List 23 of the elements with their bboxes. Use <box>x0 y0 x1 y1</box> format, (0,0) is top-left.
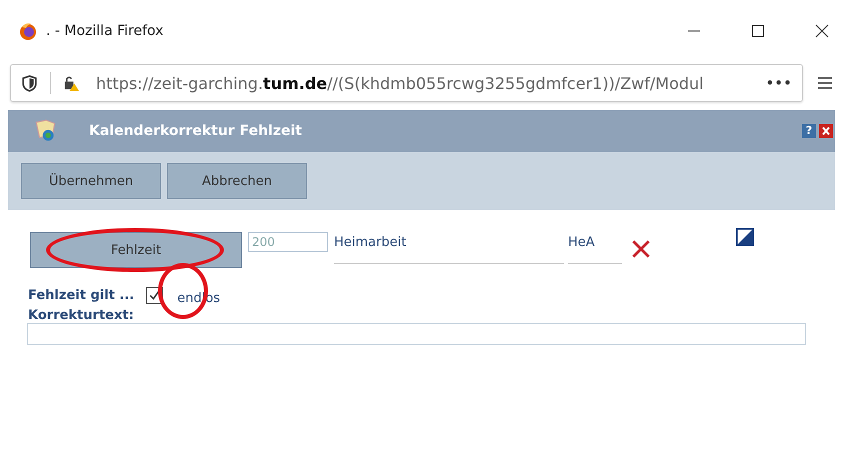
window-title: . - Mozilla Firefox <box>46 23 164 39</box>
firefox-logo-icon <box>18 21 38 41</box>
close-icon[interactable] <box>815 24 829 38</box>
edit-icon[interactable] <box>736 228 754 246</box>
url-text: https://zeit-garching.tum.de//(S(khdmb055rcwg3255gdmfcer1))/Zwf/Modul <box>96 74 704 92</box>
validity-label: Fehlzeit gilt ... <box>28 288 134 302</box>
dialog-title: Kalenderkorrektur Fehlzeit <box>89 123 302 139</box>
address-bar[interactable]: https://zeit-garching.tum.de//(S(khdmb055rcwg3255gdmfcer1))/Zwf/Modul ••• <box>10 64 803 102</box>
absence-name: Heimarbeit <box>334 232 564 264</box>
shield-icon <box>21 74 38 92</box>
toolbar-button[interactable]: Übernehmen <box>21 163 161 199</box>
correction-text-label: Korrekturtext: <box>28 308 135 323</box>
more-actions-button[interactable]: ••• <box>765 74 792 92</box>
toolbar-button[interactable]: Abbrechen <box>167 163 307 199</box>
help-button[interactable]: ? <box>802 124 816 138</box>
absence-type-button[interactable]: Fehlzeit <box>30 232 242 268</box>
maximize-icon[interactable] <box>751 24 765 38</box>
delete-icon[interactable] <box>630 238 652 260</box>
close-icon[interactable] <box>819 124 833 138</box>
absence-short-name: HeA <box>568 232 622 264</box>
warning-lock-icon <box>63 74 80 92</box>
correction-text-field[interactable] <box>27 323 806 345</box>
menu-icon[interactable] <box>817 75 833 91</box>
